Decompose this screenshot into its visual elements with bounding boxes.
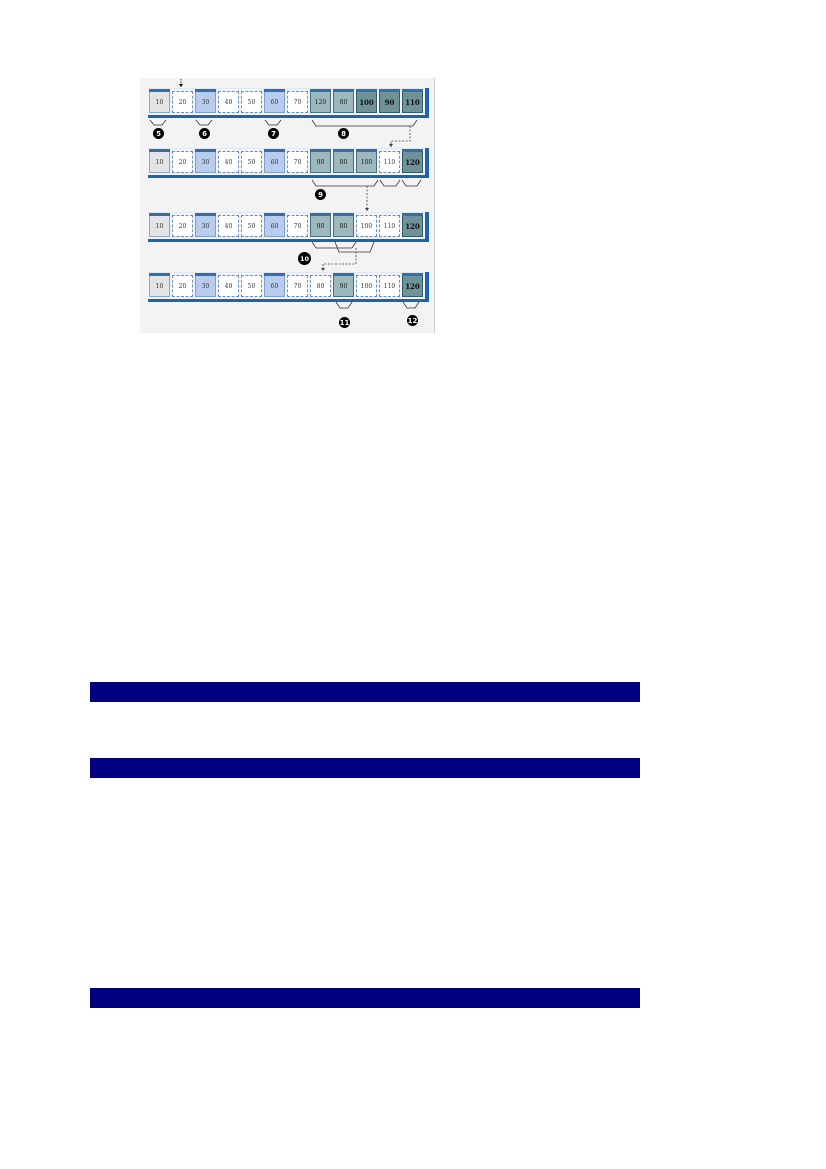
step-marker-12: 12	[407, 315, 418, 326]
step-marker-5: 5	[153, 128, 164, 139]
step-marker-9: 9	[315, 189, 326, 200]
step-marker-11: 11	[339, 317, 350, 328]
step-marker-6: 6	[199, 128, 210, 139]
step-marker-7: 7	[268, 128, 279, 139]
section-header-bar-2	[90, 758, 640, 778]
step-marker-8: 8	[338, 128, 349, 139]
section-header-bar-1	[90, 682, 640, 702]
connector-lines	[149, 79, 422, 309]
section-header-bar-3	[90, 988, 640, 1008]
sort-diagram: 10 20 30 40 50 60 70 120 80 100 90 110 10 20 30 40 50 60…	[140, 78, 435, 333]
step-marker-10: 10	[298, 252, 311, 265]
